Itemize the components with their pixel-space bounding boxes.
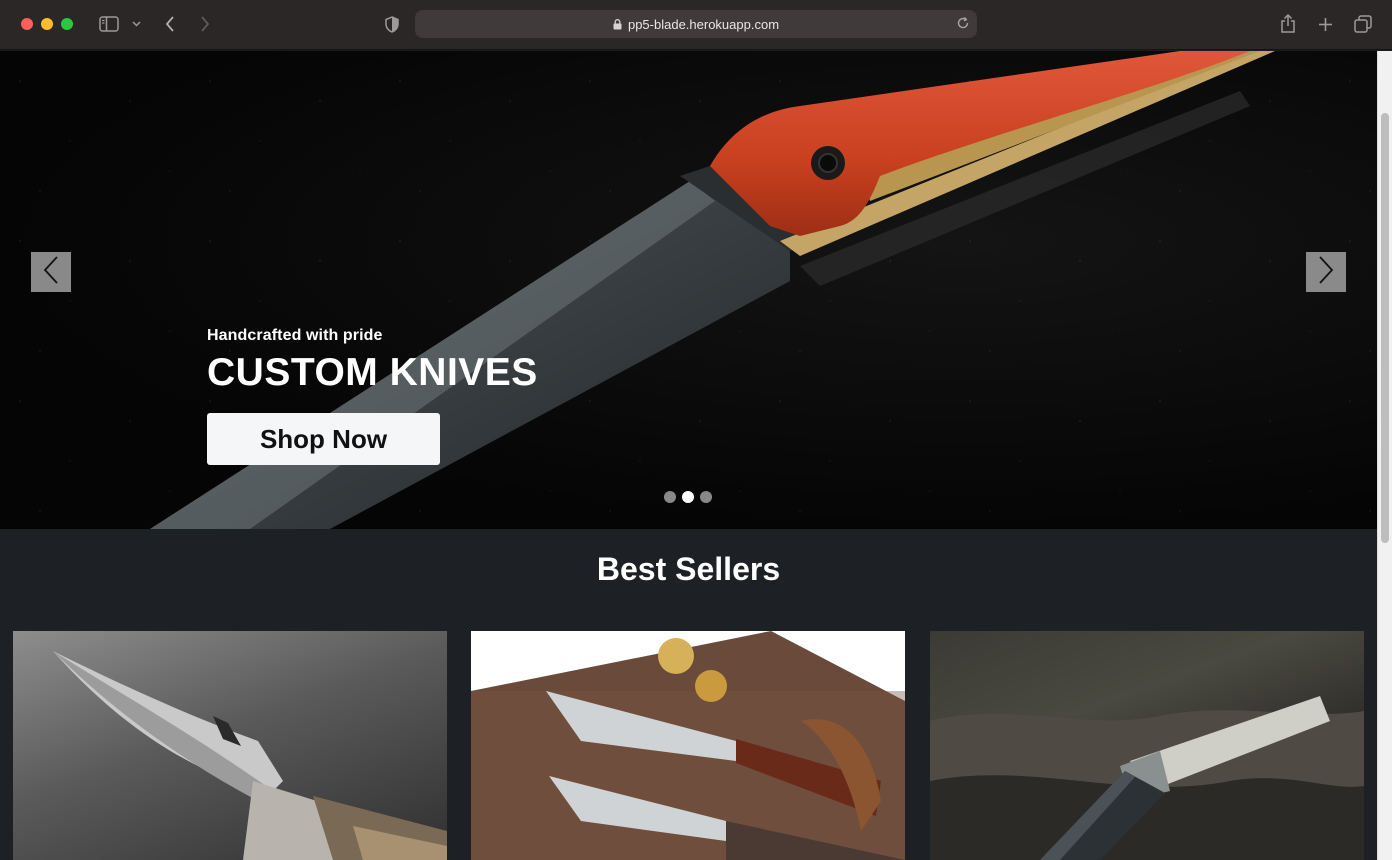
close-window-button[interactable]	[21, 18, 33, 30]
share-icon[interactable]	[1279, 13, 1297, 35]
carousel-next-button[interactable]	[1306, 252, 1346, 292]
lock-icon	[613, 18, 622, 30]
product-image-3	[930, 696, 1364, 860]
browser-toolbar: pp5-blade.herokuapp.com	[0, 0, 1392, 50]
reload-icon[interactable]	[956, 16, 970, 33]
chevron-left-icon[interactable]	[162, 13, 178, 35]
product-image-1	[53, 651, 447, 860]
minimize-window-button[interactable]	[41, 18, 53, 30]
carousel-prev-button[interactable]	[31, 252, 71, 292]
hero-subtitle: Handcrafted with pride	[207, 327, 383, 344]
shop-now-button[interactable]: Shop Now	[207, 413, 440, 465]
scrollbar-thumb[interactable]	[1381, 113, 1389, 543]
web-page: Handcrafted with pride CUSTOM KNIVES Sho…	[0, 51, 1377, 860]
carousel-dot-3[interactable]	[700, 491, 712, 503]
address-bar[interactable]: pp5-blade.herokuapp.com	[415, 10, 977, 38]
chevron-right-icon[interactable]	[197, 13, 213, 35]
shield-icon[interactable]	[383, 13, 401, 35]
hero-caption: Handcrafted with pride CUSTOM KNIVES	[207, 327, 538, 395]
tabs-overview-icon[interactable]	[1353, 13, 1373, 35]
page-scrollbar[interactable]	[1377, 51, 1392, 860]
product-card-2[interactable]	[471, 631, 905, 860]
carousel-indicators	[664, 491, 712, 503]
best-sellers-heading: Best Sellers	[596, 551, 781, 587]
chevron-down-icon[interactable]	[130, 13, 142, 35]
product-card-1[interactable]	[13, 631, 447, 860]
plus-icon[interactable]	[1316, 13, 1334, 35]
product-image-2	[471, 631, 905, 860]
carousel-dot-1[interactable]	[664, 491, 676, 503]
chevron-right-icon	[1318, 255, 1334, 289]
zoom-window-button[interactable]	[61, 18, 73, 30]
carousel-dot-2[interactable]	[682, 491, 694, 503]
hero-carousel: Handcrafted with pride CUSTOM KNIVES Sho…	[0, 51, 1377, 529]
url-text: pp5-blade.herokuapp.com	[627, 16, 780, 32]
sidebar-icon[interactable]	[98, 13, 120, 35]
chevron-left-icon	[43, 255, 59, 289]
product-card-3[interactable]	[930, 631, 1364, 860]
hero-title: CUSTOM KNIVES	[207, 351, 538, 394]
